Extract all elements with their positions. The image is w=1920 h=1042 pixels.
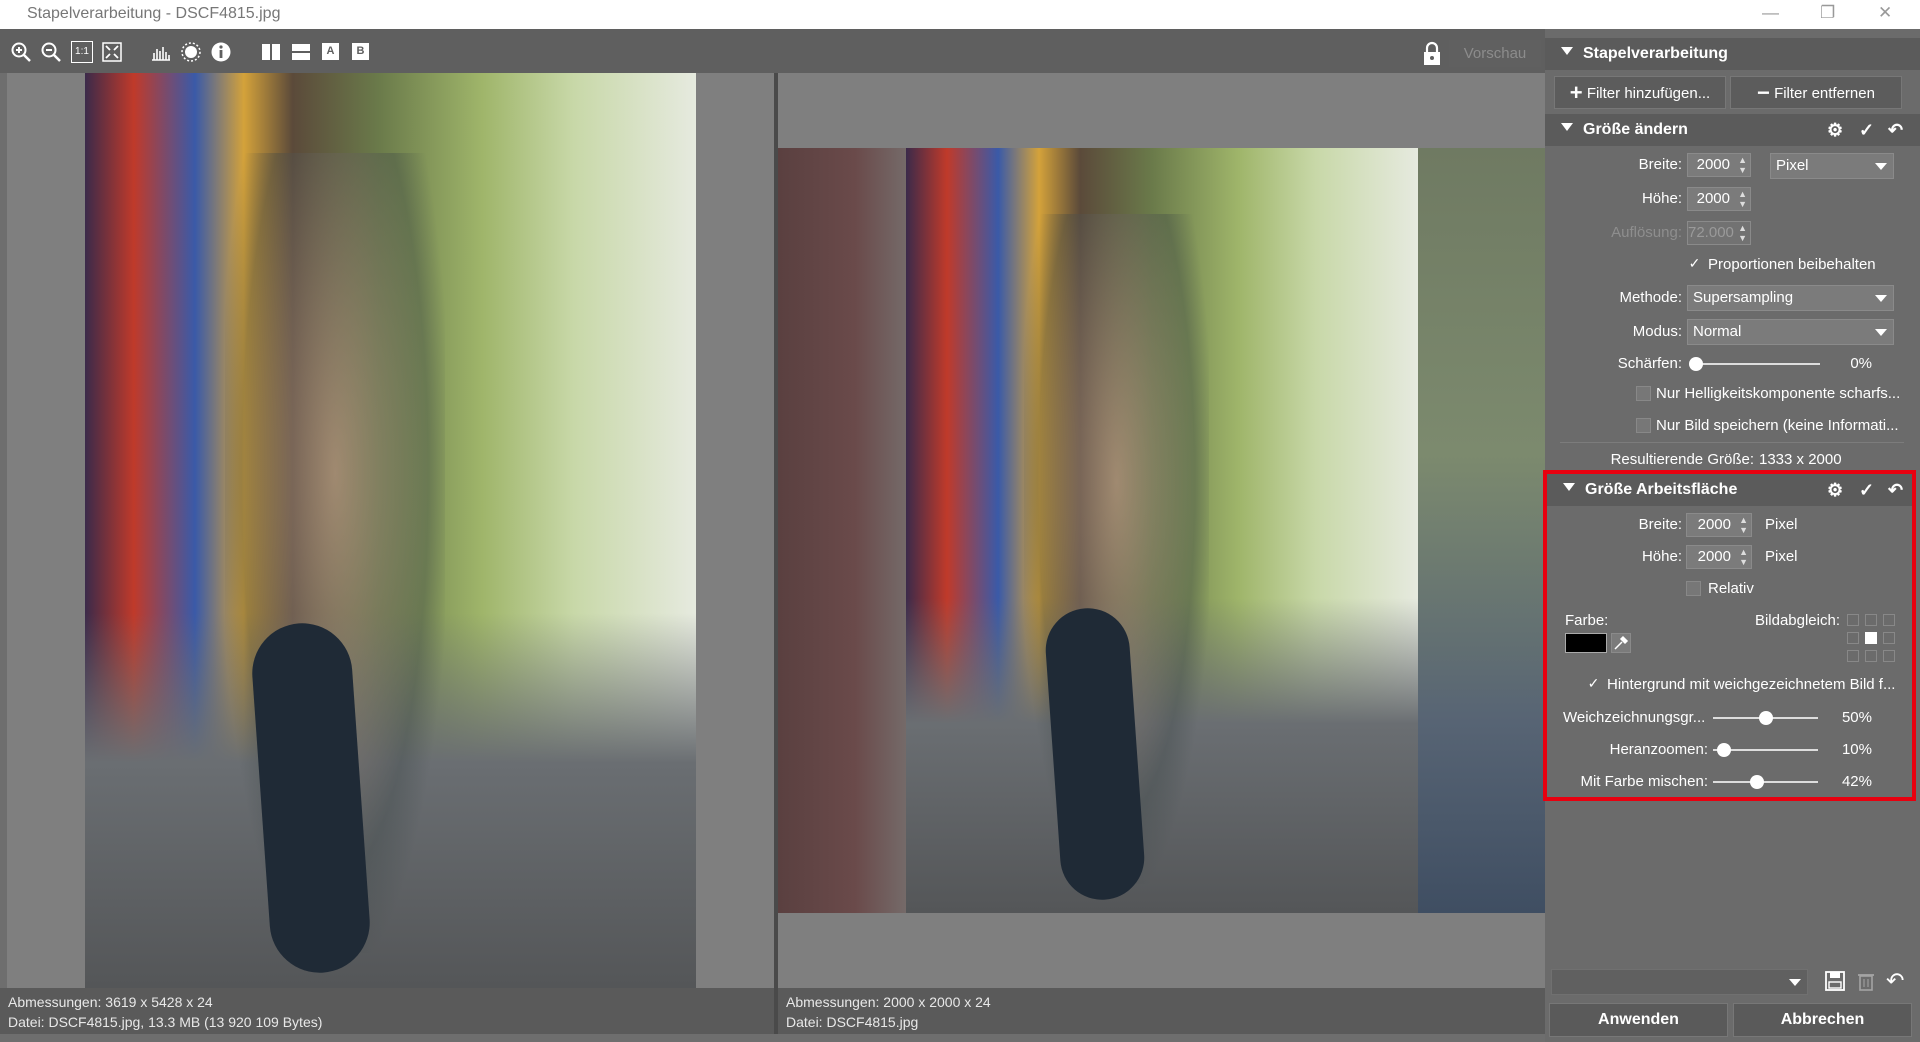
title-bar: Stapelverarbeitung - DSCF4815.jpg — ❐ ✕ <box>0 0 1920 29</box>
resize-title: Größe ändern <box>1583 121 1688 138</box>
restore-button[interactable]: ❐ <box>1820 3 1835 23</box>
preview-button[interactable]: Vorschau <box>1449 40 1541 67</box>
image-only-checkbox[interactable] <box>1636 418 1651 433</box>
exposure-warning-icon[interactable] <box>180 41 202 63</box>
collapse-icon[interactable] <box>1561 47 1573 55</box>
resize-section-header[interactable]: Größe ändern ⚙ ✓ ↶ <box>1545 114 1920 146</box>
luma-only-checkbox[interactable] <box>1636 386 1651 401</box>
minus-icon: − <box>1757 80 1770 105</box>
sharpen-label: Schärfen: <box>1617 355 1682 372</box>
add-filter-button[interactable]: + Filter hinzufügen... <box>1554 76 1726 109</box>
divider <box>1560 442 1904 443</box>
luma-only-label: Nur Helligkeitskomponente scharfs... <box>1656 385 1901 402</box>
mode-dropdown[interactable]: Normal <box>1687 319 1894 345</box>
resolution-label: Auflösung: <box>1611 224 1682 241</box>
original-image-pane <box>7 73 774 988</box>
mode-label: Modus: <box>1632 323 1682 340</box>
original-status-bar: Abmessungen: 3619 x 5428 x 24 Datei: DSC… <box>0 988 774 1034</box>
spinner-arrows-icon[interactable]: ▲ ▼ <box>1738 189 1747 209</box>
toolbar: 1:1 A B <box>0 29 1545 73</box>
result-size-label: Resultierende Größe: <box>1610 451 1754 468</box>
window-title: Stapelverarbeitung - DSCF4815.jpg <box>27 5 281 22</box>
spinner-arrows-icon[interactable]: ▲ ▼ <box>1738 155 1747 175</box>
highlight-box <box>1543 470 1916 801</box>
cancel-button[interactable]: Abbrechen <box>1733 1003 1912 1037</box>
preset-dropdown[interactable] <box>1551 969 1808 995</box>
preview-status-bar: Abmessungen: 2000 x 2000 x 24 Datei: DSC… <box>778 988 1545 1034</box>
gear-icon[interactable]: ⚙ <box>1827 120 1843 141</box>
save-icon[interactable] <box>1824 970 1846 992</box>
close-button[interactable]: ✕ <box>1878 3 1892 23</box>
sharpen-value: 0% <box>1850 355 1872 372</box>
info-icon[interactable] <box>210 41 232 63</box>
original-photo <box>85 73 696 988</box>
preview-photo <box>906 148 1418 913</box>
chevron-down-icon <box>1789 979 1801 986</box>
preview-dimensions: Abmessungen: 2000 x 2000 x 24 <box>786 994 991 1010</box>
minimize-button[interactable]: — <box>1762 3 1779 23</box>
batch-header-title: Stapelverarbeitung <box>1583 45 1728 62</box>
remove-filter-button[interactable]: − Filter entfernen <box>1730 76 1902 109</box>
split-vertical-icon[interactable] <box>260 41 282 63</box>
collapse-icon[interactable] <box>1561 123 1573 131</box>
width-spinner[interactable]: 2000 ▲ ▼ <box>1687 153 1751 177</box>
keep-proportions-label: Proportionen beibehalten <box>1708 256 1876 273</box>
sharpen-slider-knob[interactable] <box>1689 357 1703 371</box>
plus-icon: + <box>1569 80 1583 105</box>
apply-button[interactable]: Anwenden <box>1549 1003 1728 1037</box>
trash-icon[interactable] <box>1855 970 1877 992</box>
split-horizontal-icon[interactable] <box>290 41 312 63</box>
undo-icon[interactable]: ↶ <box>1886 969 1910 993</box>
checkmark-icon[interactable]: ✓ <box>1859 120 1874 141</box>
preview-file-info: Datei: DSCF4815.jpg <box>786 1014 919 1030</box>
reset-arrow-icon[interactable]: ↶ <box>1888 120 1903 141</box>
height-spinner[interactable]: 2000 ▲ ▼ <box>1687 187 1751 211</box>
actual-size-icon[interactable]: 1:1 <box>71 41 93 63</box>
chevron-down-icon <box>1875 163 1887 170</box>
sharpen-slider[interactable] <box>1689 357 1820 371</box>
zoom-out-icon[interactable] <box>40 41 62 63</box>
view-a-icon[interactable]: A <box>322 43 339 60</box>
chevron-down-icon <box>1875 329 1887 336</box>
original-dimensions: Abmessungen: 3619 x 5428 x 24 <box>8 994 213 1010</box>
preview-image-pane <box>778 73 1545 988</box>
batch-header[interactable]: Stapelverarbeitung <box>1545 38 1920 70</box>
zoom-in-icon[interactable] <box>10 41 32 63</box>
method-label: Methode: <box>1619 289 1682 306</box>
spinner-arrows-icon: ▲ ▼ <box>1738 223 1747 243</box>
view-b-icon[interactable]: B <box>352 43 369 60</box>
original-file-info: Datei: DSCF4815.jpg, 13.3 MB (13 920 109… <box>8 1014 323 1030</box>
lock-icon[interactable] <box>1420 41 1444 67</box>
width-label: Breite: <box>1638 156 1682 173</box>
image-only-label: Nur Bild speichern (keine Informati... <box>1656 417 1899 434</box>
method-dropdown[interactable]: Supersampling <box>1687 285 1894 311</box>
height-label: Höhe: <box>1641 190 1682 207</box>
unit-dropdown[interactable]: Pixel <box>1770 153 1894 179</box>
keep-proportions-checkbox[interactable]: ✓ <box>1687 256 1702 272</box>
fit-screen-icon[interactable] <box>101 41 123 63</box>
histogram-icon[interactable] <box>150 41 172 63</box>
resolution-spinner: 72.000 ▲ ▼ <box>1687 221 1751 245</box>
result-size-value: 1333 x 2000 <box>1759 451 1842 468</box>
chevron-down-icon <box>1875 295 1887 302</box>
